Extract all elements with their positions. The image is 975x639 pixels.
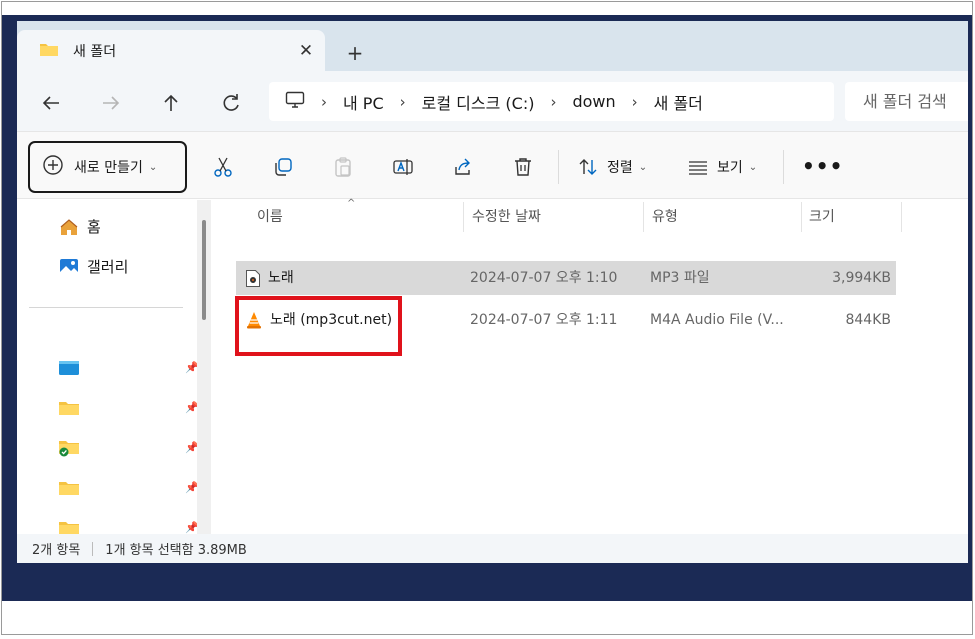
up-button[interactable] bbox=[157, 89, 185, 117]
file-type: M4A Audio File (V... bbox=[650, 312, 784, 328]
sidebar-item-home[interactable]: 홈 bbox=[59, 216, 101, 237]
home-icon bbox=[60, 218, 78, 235]
share-button[interactable] bbox=[452, 156, 474, 178]
folder-icon bbox=[59, 402, 79, 415]
file-date: 2024-07-07 오후 1:10 bbox=[470, 270, 618, 286]
tab-strip: 새 폴더 ✕ + bbox=[17, 21, 968, 71]
chevron-down-icon: ⌄ bbox=[148, 161, 158, 173]
breadcrumb-new-folder[interactable]: 새 폴더 bbox=[654, 90, 703, 114]
file-size: 3,994KB bbox=[832, 270, 891, 286]
column-header-name[interactable]: 이름 bbox=[257, 200, 283, 234]
breadcrumb-local-disk[interactable]: 로컬 디스크 (C:) bbox=[422, 90, 535, 114]
arrow-right-icon bbox=[103, 96, 120, 110]
share-icon bbox=[455, 158, 470, 175]
computer-icon bbox=[285, 91, 305, 113]
trash-icon bbox=[515, 158, 531, 176]
selection-info: 1개 항목 선택함 3.89MB bbox=[105, 543, 247, 558]
back-button[interactable] bbox=[37, 89, 65, 117]
file-size: 844KB bbox=[845, 312, 891, 328]
chevron-down-icon: ⌄ bbox=[748, 161, 758, 173]
item-count: 2개 항목 bbox=[32, 543, 81, 558]
breadcrumb-down[interactable]: down bbox=[572, 92, 615, 111]
annotation-highlight-box bbox=[235, 296, 402, 356]
column-header-size[interactable]: 크기 bbox=[809, 200, 835, 234]
column-divider[interactable] bbox=[463, 202, 464, 232]
sidebar-item-gallery[interactable]: 갤러리 bbox=[59, 256, 128, 277]
column-divider[interactable] bbox=[901, 202, 902, 232]
navigation-pane: 홈 갤러리 📌 📌 📌 📌 📌 bbox=[17, 200, 215, 535]
column-divider[interactable] bbox=[643, 202, 644, 232]
arrow-up-icon bbox=[164, 94, 178, 111]
address-bar[interactable]: › 내 PC › 로컬 디스크 (C:) › down › 새 폴더 bbox=[269, 82, 834, 121]
column-header-date[interactable]: 수정한 날짜 bbox=[472, 200, 541, 234]
copy-button[interactable] bbox=[272, 156, 294, 178]
list-view-icon bbox=[689, 161, 707, 175]
new-button[interactable]: 새로 만들기 ⌄ bbox=[28, 141, 187, 193]
file-explorer-window: 새 폴더 ✕ + › 내 PC › 로컬 디스크 (C:) › down › 새… bbox=[17, 21, 968, 563]
file-type: MP3 파일 bbox=[650, 270, 710, 286]
file-list: ^ 이름 수정한 날짜 유형 크기 노래 2024-07-07 오후 1:10 … bbox=[215, 198, 968, 534]
copy-icon bbox=[275, 158, 292, 176]
file-name: 노래 bbox=[268, 270, 294, 286]
gallery-icon bbox=[60, 258, 78, 275]
sidebar-scrollbar-thumb[interactable] bbox=[202, 220, 206, 320]
sidebar-item-pinned-synced-folder[interactable]: 📌 bbox=[59, 439, 199, 459]
sort-arrows-icon bbox=[579, 159, 597, 175]
breadcrumb-separator: › bbox=[321, 92, 327, 111]
column-divider[interactable] bbox=[801, 202, 802, 232]
delete-button[interactable] bbox=[512, 156, 534, 178]
sort-ascending-icon: ^ bbox=[347, 198, 356, 209]
refresh-button[interactable] bbox=[217, 89, 245, 117]
rename-button[interactable] bbox=[392, 156, 414, 178]
synced-folder-icon bbox=[59, 441, 79, 457]
sidebar-item-pinned-folder[interactable]: 📌 bbox=[59, 399, 199, 419]
sidebar-item-pinned-folder[interactable]: 📌 bbox=[59, 479, 199, 499]
file-row[interactable]: 노래 2024-07-07 오후 1:10 MP3 파일 3,994KB bbox=[236, 261, 896, 295]
rename-icon bbox=[393, 159, 413, 175]
file-date: 2024-07-07 오후 1:11 bbox=[470, 312, 618, 328]
breadcrumb-this-pc[interactable]: 내 PC bbox=[343, 90, 384, 114]
new-tab-button[interactable]: + bbox=[343, 41, 367, 65]
mp3-file-icon bbox=[246, 269, 260, 287]
address-row: › 내 PC › 로컬 디스크 (C:) › down › 새 폴더 새 폴더 … bbox=[17, 71, 968, 131]
arrow-left-icon bbox=[42, 96, 59, 110]
plus-circle-icon bbox=[42, 154, 64, 180]
paste-button[interactable] bbox=[332, 156, 354, 178]
breadcrumb-separator: › bbox=[631, 92, 638, 111]
command-bar: 새로 만들기 ⌄ 정렬 ⌄ 보기 ⌄ ••• bbox=[17, 131, 968, 199]
breadcrumb-separator: › bbox=[550, 92, 557, 111]
sort-label: 정렬 bbox=[607, 160, 633, 176]
chevron-down-icon: ⌄ bbox=[638, 161, 648, 173]
cut-button[interactable] bbox=[212, 156, 234, 178]
folder-icon bbox=[39, 41, 59, 61]
refresh-icon bbox=[223, 94, 239, 111]
tab-title: 새 폴더 bbox=[73, 43, 117, 60]
sidebar-divider bbox=[29, 307, 183, 308]
forward-button[interactable] bbox=[97, 89, 125, 117]
sidebar-item-pinned-desktop[interactable]: 📌 bbox=[59, 359, 199, 379]
folder-icon bbox=[59, 482, 79, 495]
status-bar: 2개 항목 1개 항목 선택함 3.89MB bbox=[17, 534, 968, 563]
divider bbox=[783, 150, 784, 184]
more-options-button[interactable]: ••• bbox=[802, 154, 843, 178]
new-button-label: 새로 만들기 bbox=[74, 160, 143, 176]
sort-button[interactable]: 정렬 ⌄ bbox=[577, 156, 647, 178]
sidebar-item-label: 홈 bbox=[87, 218, 101, 236]
clipboard-icon bbox=[335, 157, 351, 177]
view-button[interactable]: 보기 ⌄ bbox=[687, 156, 757, 178]
tab-new-folder[interactable]: 새 폴더 ✕ bbox=[17, 30, 325, 71]
status-divider bbox=[92, 541, 94, 556]
close-tab-icon[interactable]: ✕ bbox=[295, 40, 317, 62]
search-input[interactable]: 새 폴더 검색 bbox=[845, 82, 968, 121]
scissors-icon bbox=[214, 157, 232, 177]
divider bbox=[558, 150, 559, 184]
sidebar-item-label: 갤러리 bbox=[87, 258, 129, 276]
column-header-type[interactable]: 유형 bbox=[652, 200, 678, 234]
breadcrumb-separator: › bbox=[399, 92, 406, 111]
desktop-folder-icon bbox=[59, 361, 79, 375]
view-label: 보기 bbox=[717, 160, 743, 176]
